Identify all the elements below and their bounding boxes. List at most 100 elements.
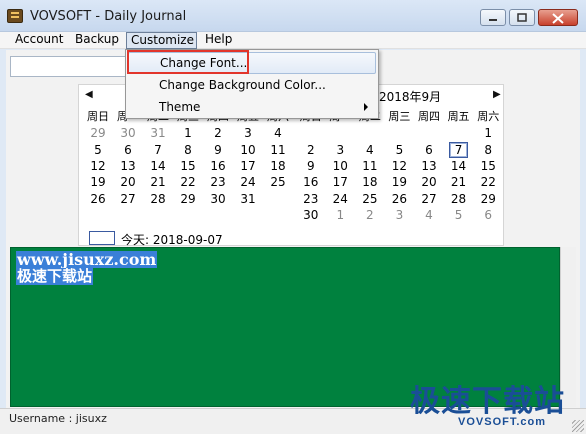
- calendar-day[interactable]: [385, 125, 415, 141]
- calendar-day[interactable]: 8: [473, 141, 503, 157]
- calendar-day[interactable]: 6: [414, 141, 444, 157]
- calendar-day[interactable]: 31: [143, 125, 173, 141]
- calendar-day[interactable]: 16: [203, 158, 233, 174]
- calendar-day[interactable]: 1: [326, 207, 356, 223]
- calendar-day[interactable]: 8: [173, 141, 203, 157]
- calendar-day[interactable]: 14: [444, 158, 474, 174]
- calendar-day[interactable]: 3: [385, 207, 415, 223]
- weekday: 周六: [477, 110, 500, 123]
- calendar-day[interactable]: 30: [113, 125, 143, 141]
- change-background-color-menu-item[interactable]: Change Background Color...: [128, 74, 376, 96]
- calendar-day[interactable]: 5: [83, 141, 113, 157]
- menu-customize[interactable]: Customize: [126, 32, 197, 49]
- calendar-day[interactable]: [414, 125, 444, 141]
- calendar-day[interactable]: 26: [83, 191, 113, 207]
- journal-editor[interactable]: www.jisuxz.com 极速下载站: [10, 247, 560, 407]
- calendar-day[interactable]: [263, 191, 293, 207]
- minimize-icon: [489, 19, 497, 21]
- calendar-day[interactable]: 29: [83, 125, 113, 141]
- calendar-day[interactable]: 3: [233, 125, 263, 141]
- calendar-day[interactable]: 27: [414, 191, 444, 207]
- calendar-day[interactable]: 15: [473, 158, 503, 174]
- calendar-day[interactable]: 1: [173, 125, 203, 141]
- calendar-day[interactable]: 11: [355, 158, 385, 174]
- calendar-day[interactable]: 25: [355, 191, 385, 207]
- calendar-day[interactable]: 15: [173, 158, 203, 174]
- calendar-day[interactable]: 21: [143, 174, 173, 190]
- calendar-day[interactable]: 7: [143, 141, 173, 157]
- calendar-day[interactable]: 18: [263, 158, 293, 174]
- menu-help[interactable]: Help: [201, 32, 236, 49]
- calendar-day[interactable]: 26: [385, 191, 415, 207]
- watermark: 极速下载站 VOVSOFT.com: [410, 386, 580, 432]
- close-button[interactable]: [538, 9, 578, 26]
- calendar-day[interactable]: 10: [326, 158, 356, 174]
- calendar-day[interactable]: 6: [473, 207, 503, 223]
- calendar-day[interactable]: [444, 125, 474, 141]
- calendar-day[interactable]: 12: [385, 158, 415, 174]
- calendar-day[interactable]: 2: [203, 125, 233, 141]
- app-icon: [7, 9, 23, 23]
- calendar-day[interactable]: 4: [355, 141, 385, 157]
- calendar-day[interactable]: 9: [203, 141, 233, 157]
- calendar-day[interactable]: 25: [263, 174, 293, 190]
- calendar-day[interactable]: 10: [233, 141, 263, 157]
- calendar-month-left: 周日 周一 周二 周三 周四 周五 周六 29 30 31 1 2 3 4 5 …: [83, 107, 293, 207]
- calendar-day[interactable]: 1: [473, 125, 503, 141]
- calendar-day[interactable]: [296, 125, 326, 141]
- calendar-day[interactable]: 28: [143, 191, 173, 207]
- calendar-day[interactable]: [326, 125, 356, 141]
- calendar-day-selected[interactable]: 7: [444, 141, 474, 158]
- calendar-day[interactable]: 20: [113, 174, 143, 190]
- calendar-day[interactable]: 17: [326, 174, 356, 190]
- editor-scrollbar[interactable]: [560, 247, 576, 407]
- calendar-day[interactable]: 30: [296, 207, 326, 223]
- submenu-arrow-icon: [364, 103, 368, 111]
- maximize-button[interactable]: [509, 9, 535, 26]
- calendar-day[interactable]: 5: [444, 207, 474, 223]
- calendar-day[interactable]: 5: [385, 141, 415, 157]
- selected-day-label: 7: [448, 141, 469, 158]
- calendar-day[interactable]: 2: [296, 141, 326, 157]
- calendar-day[interactable]: 3: [326, 141, 356, 157]
- calendar-day[interactable]: 23: [296, 191, 326, 207]
- calendar-day[interactable]: 20: [414, 174, 444, 190]
- weekday: 周三: [388, 110, 411, 123]
- calendar-day[interactable]: 31: [233, 191, 263, 207]
- menu-account[interactable]: Account: [11, 32, 67, 49]
- calendar-day[interactable]: 16: [296, 174, 326, 190]
- today-marker-icon: [89, 231, 115, 245]
- calendar-day[interactable]: 13: [113, 158, 143, 174]
- calendar-day[interactable]: [355, 125, 385, 141]
- calendar-day[interactable]: 27: [113, 191, 143, 207]
- calendar-day[interactable]: 21: [444, 174, 474, 190]
- calendar-day[interactable]: 12: [83, 158, 113, 174]
- calendar-day[interactable]: 17: [233, 158, 263, 174]
- calendar-next-icon[interactable]: ▶: [493, 89, 501, 100]
- search-input[interactable]: [10, 56, 130, 77]
- calendar-day[interactable]: 11: [263, 141, 293, 157]
- calendar-day[interactable]: 9: [296, 158, 326, 174]
- calendar-day[interactable]: 19: [385, 174, 415, 190]
- minimize-button[interactable]: [480, 9, 506, 26]
- calendar-day[interactable]: 22: [173, 174, 203, 190]
- calendar-day[interactable]: 13: [414, 158, 444, 174]
- calendar-day[interactable]: 14: [143, 158, 173, 174]
- calendar-day[interactable]: 23: [203, 174, 233, 190]
- calendar-day[interactable]: 2: [355, 207, 385, 223]
- calendar-day[interactable]: 19: [83, 174, 113, 190]
- calendar-day[interactable]: 22: [473, 174, 503, 190]
- calendar-day[interactable]: 29: [173, 191, 203, 207]
- calendar-day[interactable]: 4: [263, 125, 293, 141]
- calendar-day[interactable]: 6: [113, 141, 143, 157]
- calendar-day[interactable]: 24: [326, 191, 356, 207]
- calendar-day[interactable]: 4: [414, 207, 444, 223]
- calendar-day[interactable]: 24: [233, 174, 263, 190]
- calendar-prev-icon[interactable]: ◀: [85, 89, 93, 100]
- calendar-day[interactable]: 30: [203, 191, 233, 207]
- calendar-day[interactable]: 28: [444, 191, 474, 207]
- calendar-day[interactable]: 18: [355, 174, 385, 190]
- calendar-day[interactable]: 29: [473, 191, 503, 207]
- theme-menu-item[interactable]: Theme: [128, 96, 376, 118]
- menu-backup[interactable]: Backup: [71, 32, 123, 49]
